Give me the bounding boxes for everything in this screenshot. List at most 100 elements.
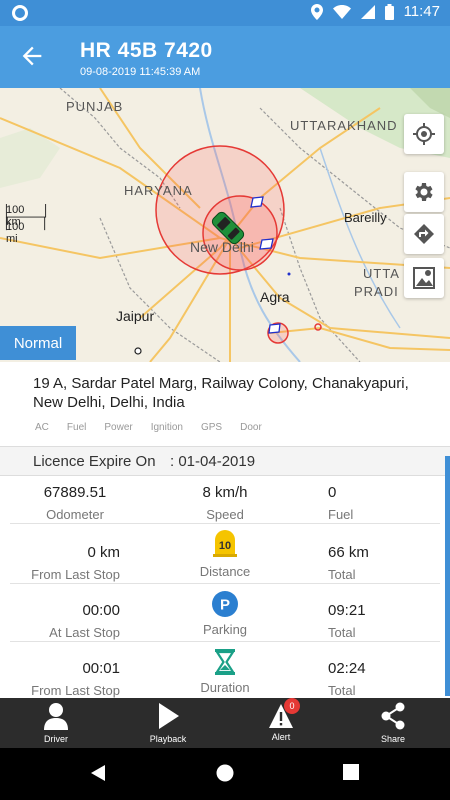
battery-icon bbox=[384, 3, 394, 20]
scrollbar[interactable] bbox=[445, 456, 450, 696]
fuel-cell: 0 Fuel bbox=[300, 484, 450, 522]
map-label-new-delhi: New Delhi bbox=[190, 239, 254, 255]
status-time: 11:47 bbox=[403, 3, 440, 20]
vehicle-number-title: HR 45B 7420 bbox=[80, 39, 213, 62]
stats-row-duration: 00:01 From Last Stop Duration 02:24 Tota… bbox=[0, 642, 450, 700]
fuel-value: 0 bbox=[328, 484, 337, 501]
map-label-agra: Agra bbox=[260, 289, 290, 305]
last-update-timestamp: 09-08-2019 11:45:39 AM bbox=[80, 66, 201, 78]
duration-from-stop-label: From Last Stop bbox=[31, 683, 120, 698]
back-arrow-icon[interactable] bbox=[18, 42, 46, 70]
my-location-button[interactable] bbox=[404, 114, 444, 154]
distance-from-stop-label: From Last Stop bbox=[31, 567, 120, 582]
licence-label: Licence Expire On bbox=[33, 453, 156, 470]
stats-row-odometer: 67889.51 Odometer 8 km/h Speed 0 Fuel bbox=[0, 476, 450, 532]
duration-total-cell: 02:24 Total bbox=[300, 660, 450, 698]
directions-button[interactable] bbox=[404, 214, 444, 254]
playback-button[interactable]: Playback bbox=[128, 702, 208, 744]
map-label-haryana: HARYANA bbox=[124, 183, 193, 198]
system-back-icon[interactable] bbox=[89, 764, 107, 782]
sensor-status-row: AC Fuel Power Ignition GPS Door bbox=[35, 422, 280, 433]
map-label-bareilly: Bareilly bbox=[344, 210, 387, 225]
parking-last-value: 00:00 bbox=[82, 602, 120, 619]
share-icon bbox=[381, 702, 405, 730]
distance-icon-text: 10 bbox=[219, 540, 231, 552]
parking-label: Parking bbox=[202, 622, 248, 637]
gear-icon bbox=[415, 183, 433, 201]
system-recents-icon[interactable] bbox=[343, 764, 359, 780]
map-image-icon bbox=[413, 267, 435, 289]
location-icon bbox=[310, 3, 323, 20]
duration-total-value: 02:24 bbox=[328, 660, 366, 677]
system-home-icon[interactable] bbox=[216, 764, 234, 782]
distance-total-value: 66 km bbox=[328, 544, 369, 561]
distance-from-stop-value: 0 km bbox=[87, 544, 120, 561]
duration-from-stop-cell: 00:01 From Last Stop bbox=[0, 660, 150, 698]
licence-expiry-row: Licence Expire On : 01-04-2019 bbox=[0, 446, 450, 476]
driver-label: Driver bbox=[44, 734, 68, 744]
distance-from-stop-cell: 0 km From Last Stop bbox=[0, 544, 150, 582]
current-address: 19 A, Sardar Patel Marg, Railway Colony,… bbox=[33, 375, 409, 411]
duration-cell: Duration bbox=[150, 680, 300, 695]
map-label-punjab: PUNJAB bbox=[66, 99, 124, 114]
hourglass-icon bbox=[214, 649, 236, 675]
parking-icon: P bbox=[212, 591, 238, 617]
wifi-icon bbox=[332, 4, 351, 19]
sensor-ac: AC bbox=[35, 422, 49, 433]
odometer-value: 67889.51 bbox=[43, 484, 107, 501]
parking-total-label: Total bbox=[328, 625, 356, 640]
alert-button[interactable]: 0 Alert bbox=[241, 698, 321, 742]
distance-cell: Distance bbox=[150, 564, 300, 579]
app-bar: HR 45B 7420 09-08-2019 11:45:39 AM bbox=[0, 26, 450, 88]
sensor-door: Door bbox=[240, 422, 262, 433]
notification-icon bbox=[12, 5, 28, 21]
distance-total-label: Total bbox=[328, 567, 356, 582]
map-type-button[interactable] bbox=[404, 258, 444, 298]
duration-from-stop-value: 00:01 bbox=[82, 660, 120, 677]
map-settings-button[interactable] bbox=[404, 172, 444, 212]
duration-label: Duration bbox=[200, 680, 250, 695]
parking-icon-text: P bbox=[220, 597, 230, 614]
signal-icon bbox=[360, 4, 375, 19]
parking-total-cell: 09:21 Total bbox=[300, 602, 450, 640]
sensor-power: Power bbox=[104, 422, 133, 433]
crosshair-icon bbox=[413, 123, 435, 145]
sensor-fuel: Fuel bbox=[66, 422, 87, 433]
alert-label: Alert bbox=[271, 732, 291, 742]
duration-total-label: Total bbox=[328, 683, 356, 698]
stats-row-distance: 0 km From Last Stop 10 Distance 66 km To… bbox=[0, 526, 450, 584]
bottom-navigation: Driver Playback 0 Alert Share bbox=[0, 698, 450, 748]
distance-label: Distance bbox=[199, 564, 251, 579]
speed-label: Speed bbox=[206, 507, 244, 522]
odometer-cell: 67889.51 Odometer bbox=[0, 484, 150, 522]
map-mode-badge[interactable]: Normal bbox=[0, 326, 76, 360]
licence-value: : 01-04-2019 bbox=[170, 453, 256, 470]
parking-cell: Parking bbox=[150, 622, 300, 637]
fuel-label: Fuel bbox=[328, 507, 354, 522]
stats-panel[interactable]: 67889.51 Odometer 8 km/h Speed 0 Fuel 0 … bbox=[0, 476, 450, 698]
share-button[interactable]: Share bbox=[353, 702, 433, 744]
odometer-label: Odometer bbox=[46, 507, 104, 522]
play-icon bbox=[159, 703, 179, 729]
scale-mi: 100 mi bbox=[6, 221, 25, 245]
sensor-ignition: Ignition bbox=[150, 422, 183, 433]
sensor-gps: GPS bbox=[200, 422, 223, 433]
distance-milestone-icon: 10 bbox=[213, 530, 237, 557]
map-view[interactable]: PUNJAB UTTARAKHAND HARYANA New Delhi Bar… bbox=[0, 88, 450, 362]
map-label-jaipur: Jaipur bbox=[116, 308, 155, 324]
stats-row-parking: 00:00 At Last Stop P Parking 09:21 Total bbox=[0, 584, 450, 642]
map-label-uttarakhand: UTTARAKHAND bbox=[290, 118, 398, 133]
parking-last-cell: 00:00 At Last Stop bbox=[0, 602, 150, 640]
directions-icon bbox=[414, 224, 434, 244]
map-label-utta: UTTA bbox=[363, 266, 400, 281]
driver-button[interactable]: Driver bbox=[16, 702, 96, 744]
speed-cell: 8 km/h Speed bbox=[150, 484, 300, 522]
alert-count-badge: 0 bbox=[284, 698, 300, 714]
parking-last-label: At Last Stop bbox=[49, 625, 120, 640]
parking-total-value: 09:21 bbox=[328, 602, 366, 619]
speed-value: 8 km/h bbox=[202, 484, 248, 501]
system-navigation-bar bbox=[0, 748, 450, 800]
map-label-pradi: PRADI bbox=[354, 284, 399, 299]
status-bar: 11:47 bbox=[0, 0, 450, 26]
distance-total-cell: 66 km Total bbox=[300, 544, 450, 582]
